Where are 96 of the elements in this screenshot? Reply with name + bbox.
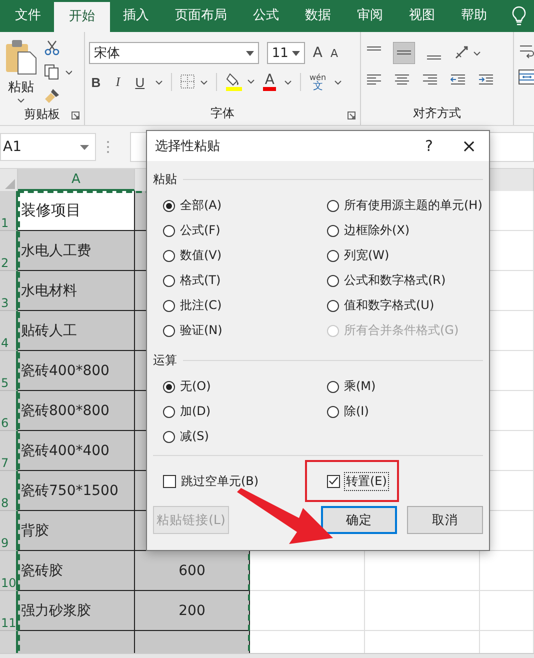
lightbulb-icon[interactable] xyxy=(512,6,526,26)
ribbon-tab[interactable]: 页面布局 xyxy=(162,0,240,32)
ribbon-tab[interactable]: 插入 xyxy=(110,0,162,32)
ribbon-tab[interactable]: 数据 xyxy=(292,0,344,32)
radio-option[interactable]: 格式(T) xyxy=(163,270,327,291)
table-cell: 水电材料 xyxy=(18,271,135,311)
radio-option[interactable]: 全部(A) xyxy=(163,195,327,216)
launcher-icon[interactable] xyxy=(347,111,356,120)
radio-option[interactable]: 公式和数字格式(R) xyxy=(327,270,483,291)
ribbon-tab[interactable]: 文件 xyxy=(2,0,54,32)
paste-button[interactable]: 粘贴 xyxy=(4,36,38,104)
table-cell: 瓷砖400*400 xyxy=(18,431,135,471)
ribbon-tab[interactable]: 开始 xyxy=(54,2,110,32)
section-label: 粘贴 xyxy=(153,170,177,188)
radio-option[interactable]: 批注(C) xyxy=(163,295,327,316)
table-cell: 600 xyxy=(135,551,250,591)
ribbon-tab[interactable]: 视图 xyxy=(396,0,448,32)
name-box[interactable]: A1 xyxy=(0,133,96,161)
row-number[interactable]: 5 xyxy=(0,351,18,391)
row-number[interactable]: 7 xyxy=(0,431,18,471)
row-number[interactable]: 3 xyxy=(0,271,18,311)
decrease-font-button[interactable]: A xyxy=(330,46,338,60)
table-cell xyxy=(480,591,534,631)
ribbon-tab[interactable]: 帮助 xyxy=(448,0,500,32)
radio-option[interactable]: 所有使用源主题的单元(H) xyxy=(327,195,483,216)
table-cell: 瓷砖400*800 xyxy=(18,351,135,391)
help-button[interactable]: ? xyxy=(409,131,449,161)
increase-font-button[interactable]: A xyxy=(312,45,322,61)
table-cell: 瓷砖胶 xyxy=(18,551,135,591)
fill-color-icon[interactable] xyxy=(224,72,255,92)
dialog-title: 选择性粘贴 xyxy=(155,138,220,155)
column-header[interactable]: A xyxy=(18,169,135,191)
radio-option[interactable]: 加(D) xyxy=(163,401,327,422)
dropdown-icon[interactable] xyxy=(246,50,254,56)
phonetic-guide-button[interactable]: wén 文 xyxy=(309,73,326,91)
row-number[interactable]: 2 xyxy=(0,231,18,271)
row-number[interactable]: 1 xyxy=(0,191,18,231)
radio-option[interactable]: 边框除外(X) xyxy=(327,220,483,241)
bold-button[interactable]: B xyxy=(88,74,103,90)
table-cell: 瓷砖750*1500 xyxy=(18,471,135,511)
font-name-field[interactable]: 宋体 xyxy=(88,42,259,64)
underline-button[interactable]: U xyxy=(132,74,147,90)
merge-cells-icon[interactable] xyxy=(518,68,534,86)
table-cell: 200 xyxy=(135,591,250,631)
section-label: 运算 xyxy=(153,352,177,368)
radio-option[interactable]: 值和数字格式(U) xyxy=(327,295,483,316)
close-button[interactable]: × xyxy=(449,131,489,161)
italic-button[interactable]: I xyxy=(110,74,125,90)
row-number[interactable]: 8 xyxy=(0,471,18,511)
middle-align-icon[interactable] xyxy=(393,42,416,64)
radio-option[interactable]: 列宽(W) xyxy=(327,245,483,266)
radio-option[interactable]: 减(S) xyxy=(163,426,327,447)
row-number[interactable]: 10 xyxy=(0,551,18,591)
caret-icon[interactable] xyxy=(154,80,163,84)
ribbon-tab[interactable]: 公式 xyxy=(240,0,292,32)
radio-option[interactable]: 无(O) xyxy=(163,376,327,397)
dialog-button[interactable]: 取消 xyxy=(407,506,483,534)
table-cell: 背胶 xyxy=(18,511,135,551)
table-cell xyxy=(480,551,534,591)
caret-icon[interactable] xyxy=(334,80,342,84)
caret-icon[interactable] xyxy=(17,98,25,103)
more-icon xyxy=(106,140,110,154)
checkbox-option[interactable]: 转置(E) xyxy=(327,472,388,490)
scissors-icon[interactable] xyxy=(44,40,60,56)
row-number[interactable]: 4 xyxy=(0,311,18,351)
group-label: 剪贴板 xyxy=(24,106,60,123)
clipboard-icon[interactable] xyxy=(4,38,38,76)
radio-option[interactable]: 公式(F) xyxy=(163,220,327,241)
dropdown-icon[interactable] xyxy=(292,50,300,56)
radio-option[interactable]: 数值(V) xyxy=(163,245,327,266)
font-size-field[interactable]: 11 xyxy=(266,42,305,64)
border-icon[interactable] xyxy=(180,74,208,90)
table-cell: 装修项目 xyxy=(18,191,135,231)
table-cell: 强力砂浆胶 xyxy=(18,591,135,631)
radio-option[interactable]: 乘(M) xyxy=(327,376,483,397)
caret-icon[interactable] xyxy=(284,80,292,84)
ribbon-tab[interactable]: 审阅 xyxy=(344,0,396,32)
row-number[interactable]: 9 xyxy=(0,511,18,551)
font-color-button[interactable]: A xyxy=(262,73,276,91)
group-label: 对齐方式 xyxy=(413,104,462,122)
dropdown-icon[interactable] xyxy=(80,144,89,150)
check-icon xyxy=(328,475,339,487)
radio-option[interactable]: 除(I) xyxy=(327,401,483,422)
dialog-button[interactable]: 确定 xyxy=(320,506,398,534)
format-painter-icon[interactable] xyxy=(44,88,60,104)
row-number[interactable]: 11 xyxy=(0,591,18,631)
row-number[interactable]: 6 xyxy=(0,391,18,431)
table-cell: 贴砖人工 xyxy=(18,311,135,351)
checkbox-option[interactable]: 跳过空单元(B) xyxy=(163,472,259,490)
table-cell: 瓷砖800*800 xyxy=(18,391,135,431)
radio-option[interactable]: 验证(N) xyxy=(163,320,327,341)
table-cell: 水电人工费 xyxy=(18,231,135,271)
triangle-icon xyxy=(5,179,15,189)
group-label: 字体 xyxy=(210,104,234,122)
copy-icon[interactable] xyxy=(44,64,72,80)
launcher-icon[interactable] xyxy=(70,111,80,120)
